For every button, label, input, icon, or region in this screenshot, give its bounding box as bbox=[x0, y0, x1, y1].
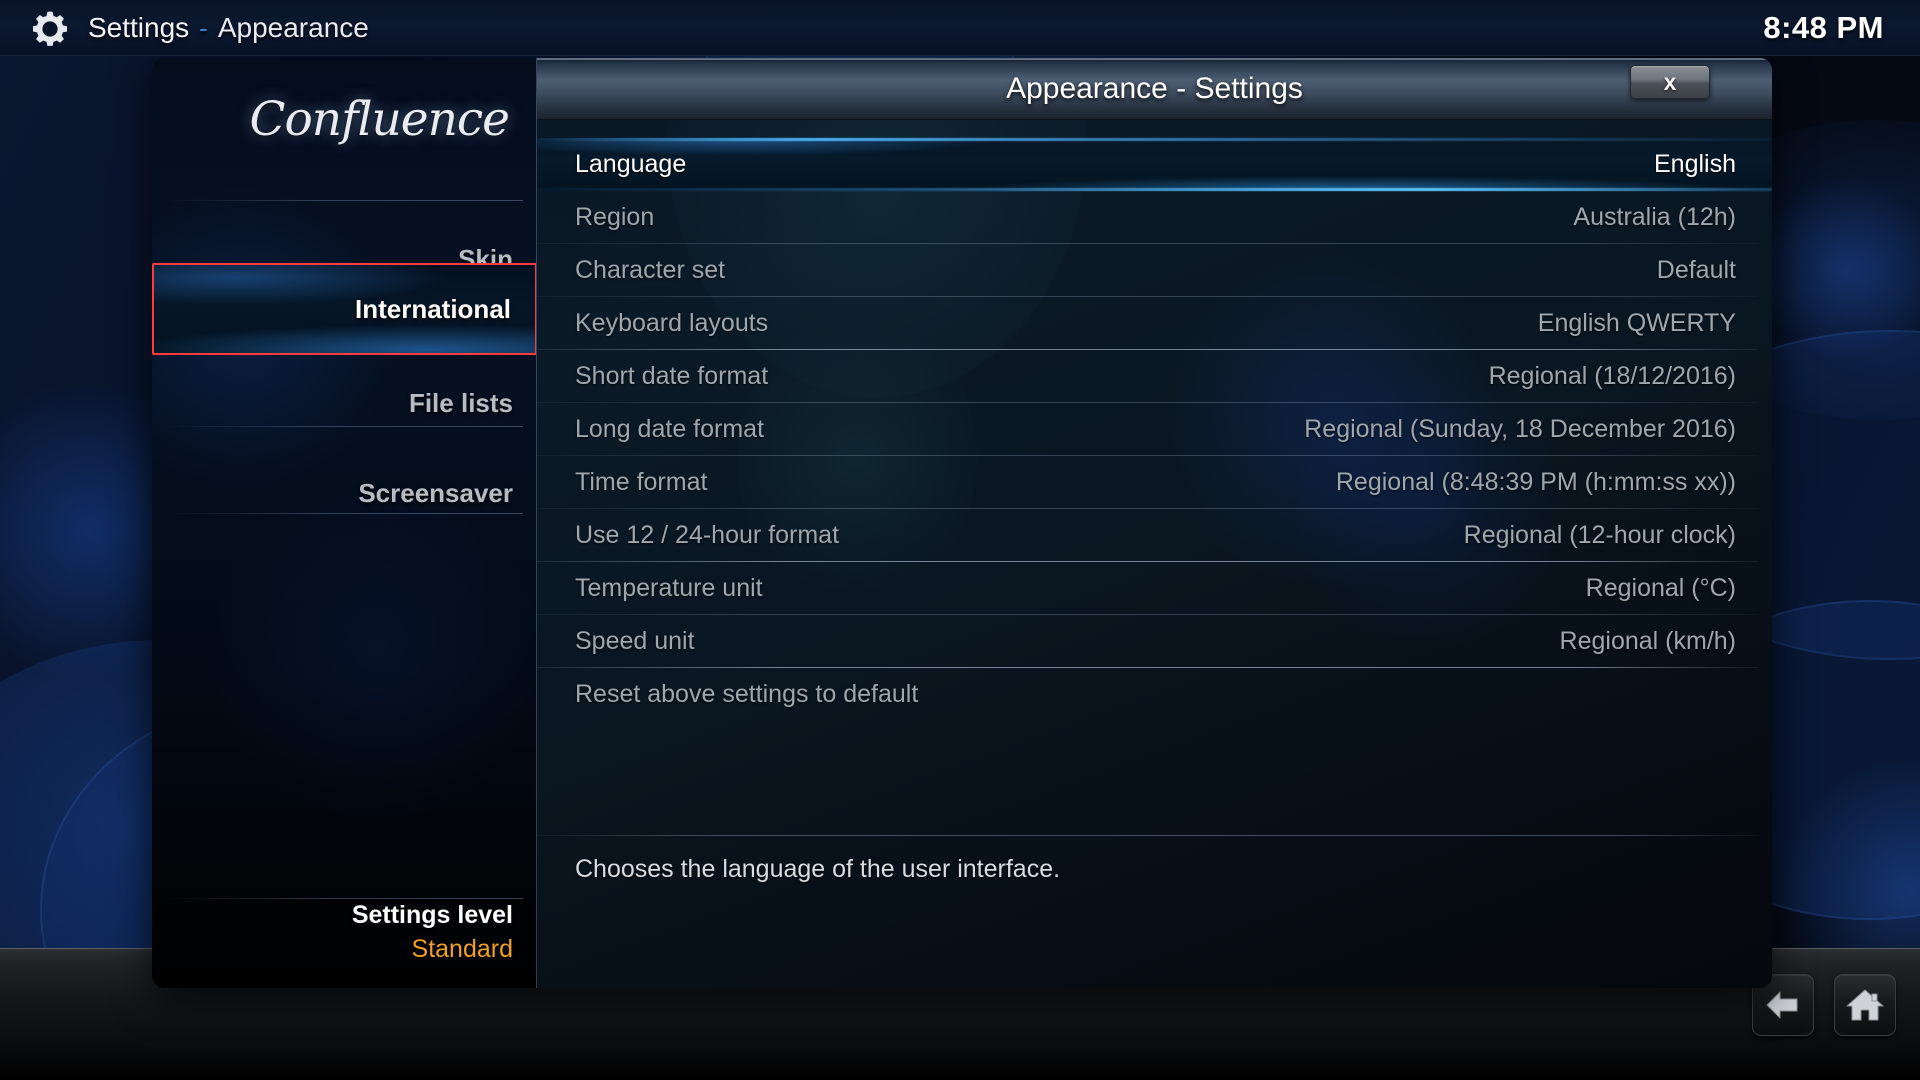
setting-value: English bbox=[1654, 150, 1736, 178]
settings-content-panel: Appearance - Settings x Language English… bbox=[537, 58, 1772, 988]
settings-row[interactable]: Time format Regional (8:48:39 PM (h:mm:s… bbox=[537, 456, 1772, 509]
bokeh-circle bbox=[212, 488, 536, 818]
settings-row[interactable]: Long date format Regional (Sunday, 18 De… bbox=[537, 403, 1772, 456]
setting-value: English QWERTY bbox=[1537, 309, 1736, 337]
setting-label: Short date format bbox=[575, 362, 769, 390]
close-button[interactable]: x bbox=[1630, 65, 1710, 99]
setting-value: Australia (12h) bbox=[1573, 203, 1736, 231]
setting-value: Regional (Sunday, 18 December 2016) bbox=[1304, 415, 1736, 443]
title-separator: - bbox=[199, 12, 208, 43]
setting-value: Regional (8:48:39 PM (h:mm:ss xx)) bbox=[1335, 468, 1736, 496]
setting-label: Speed unit bbox=[575, 627, 695, 655]
sidebar-item-international[interactable]: International bbox=[152, 263, 536, 355]
confluence-logo: Confluence bbox=[249, 91, 510, 147]
settings-row[interactable]: Speed unit Regional (km/h) bbox=[537, 615, 1772, 668]
home-icon bbox=[1846, 989, 1884, 1021]
settings-level-block[interactable]: Settings level Standard bbox=[152, 901, 536, 964]
setting-label: Language bbox=[575, 150, 687, 178]
sidebar-divider bbox=[166, 898, 523, 899]
setting-value: Regional (12-hour clock) bbox=[1463, 521, 1736, 549]
sidebar-item-label: File lists bbox=[408, 387, 513, 418]
sidebar-item-label: International bbox=[354, 293, 511, 324]
setting-label: Keyboard layouts bbox=[575, 309, 769, 337]
window-title: Settings - Appearance bbox=[88, 0, 369, 56]
home-button[interactable] bbox=[1834, 974, 1896, 1036]
sidebar-item-file-lists[interactable]: File lists bbox=[152, 373, 536, 433]
setting-label: Time format bbox=[575, 468, 708, 496]
setting-label: Long date format bbox=[575, 415, 765, 443]
bokeh-circle bbox=[1755, 180, 1920, 360]
setting-value: Regional (18/12/2016) bbox=[1488, 362, 1736, 390]
settings-row[interactable]: Region Australia (12h) bbox=[537, 191, 1772, 244]
settings-row[interactable]: Temperature unit Regional (°C) bbox=[537, 562, 1772, 615]
sidebar-divider bbox=[166, 200, 523, 201]
setting-label: Character set bbox=[575, 256, 726, 284]
sidebar-item-screensaver[interactable]: Screensaver bbox=[152, 463, 536, 523]
settings-row[interactable]: Reset above settings to default bbox=[537, 668, 1772, 721]
settings-row[interactable]: Short date format Regional (18/12/2016) bbox=[537, 350, 1772, 403]
dialog-title: Appearance - Settings bbox=[537, 58, 1772, 120]
settings-row[interactable]: Use 12 / 24-hour format Regional (12-hou… bbox=[537, 509, 1772, 562]
app-title: Settings bbox=[88, 12, 190, 43]
setting-label: Temperature unit bbox=[575, 574, 763, 602]
settings-level-label: Settings level bbox=[351, 901, 513, 929]
clock: 8:48 PM bbox=[1763, 10, 1884, 45]
settings-list: Language English Region Australia (12h) … bbox=[537, 138, 1772, 721]
settings-sidebar: Confluence Skin International File lists… bbox=[152, 58, 537, 988]
setting-label: Region bbox=[575, 203, 655, 231]
settings-row[interactable]: Character set Default bbox=[537, 244, 1772, 297]
close-icon: x bbox=[1663, 68, 1677, 95]
description-divider bbox=[537, 835, 1758, 836]
settings-level-value: Standard bbox=[411, 935, 513, 963]
section-title: Appearance bbox=[217, 12, 369, 43]
setting-value: Regional (km/h) bbox=[1559, 627, 1736, 655]
sidebar-item-label: Screensaver bbox=[358, 477, 513, 508]
setting-description: Chooses the language of the user interfa… bbox=[575, 855, 1061, 883]
settings-row[interactable]: Language English bbox=[537, 138, 1772, 191]
gear-icon bbox=[30, 9, 70, 49]
top-bar: Settings - Appearance 8:48 PM bbox=[0, 0, 1920, 56]
settings-row[interactable]: Keyboard layouts English QWERTY bbox=[537, 297, 1772, 350]
setting-value: Default bbox=[1656, 256, 1736, 284]
back-arrow-icon bbox=[1766, 991, 1798, 1019]
settings-dialog: Confluence Skin International File lists… bbox=[152, 58, 1772, 988]
setting-label: Use 12 / 24-hour format bbox=[575, 521, 840, 549]
setting-value: Regional (°C) bbox=[1585, 574, 1736, 602]
setting-label: Reset above settings to default bbox=[575, 680, 919, 708]
